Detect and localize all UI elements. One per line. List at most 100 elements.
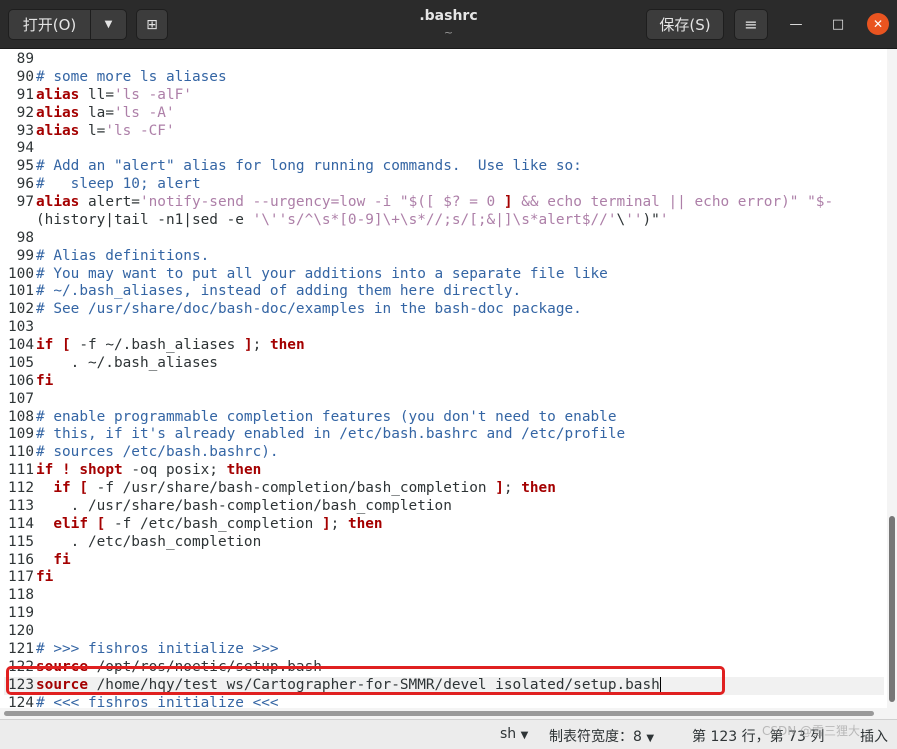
line-text [34,391,36,409]
line-number: 97 [16,194,34,210]
chevron-down-icon: ▼ [520,730,529,741]
line-text: fi [53,551,71,568]
code-line[interactable]: 113 . /usr/share/bash-completion/bash_co… [4,498,884,516]
horizontal-scroll-thumb[interactable] [4,711,874,716]
line-text: # See /usr/share/doc/bash-doc/examples i… [36,301,582,318]
code-line[interactable]: 95 # Add an "alert" alias for long runnin… [4,158,884,176]
line-number: 120 [8,623,34,639]
code-line[interactable]: 109 # this, if it's already enabled in /e… [4,426,884,444]
save-button[interactable]: 保存(S) [646,9,724,40]
code-line[interactable]: 89 [4,51,884,69]
line-text: # this, if it's already enabled in /etc/… [36,426,626,443]
code-line[interactable]: 105 . ~/.bash_aliases [4,355,884,373]
line-number: 104 [8,337,34,353]
line-text: (history|tail -n1|sed -e '\''s/^\s*[0-9]… [36,211,669,228]
code-lines: 89 90 # some more ls aliases 91 alias ll='ls… [4,51,884,712]
line-text [34,623,36,641]
code-line[interactable]: 98 [4,230,884,248]
line-number: 99 [16,247,34,264]
code-line[interactable]: (history|tail -n1|sed -e '\''s/^\s*[0-9]… [4,212,884,230]
highlight-box [6,666,725,695]
hamburger-icon: ≡ [744,15,758,34]
line-number: 92 [16,104,34,121]
line-number: 109 [8,426,34,443]
code-line[interactable]: 110 # sources /etc/bash.bashrc). [4,444,884,462]
code-line[interactable]: 111 if ! shopt -oq posix; then [4,462,884,480]
line-number: 94 [16,140,34,157]
line-text: alias alert='notify-send --urgency=low -… [36,194,834,210]
code-line[interactable]: 101 # ~/.bash_aliases, instead of adding … [4,283,884,301]
menu-button[interactable]: ≡ [734,9,768,40]
line-number: 93 [16,122,34,139]
code-line[interactable]: 93 alias l='ls -CF' [4,123,884,141]
line-number: 118 [8,587,34,604]
line-text: # sleep 10; alert [36,176,201,193]
code-line[interactable]: 104 if [ -f ~/.bash_aliases ]; then [4,337,884,355]
code-line[interactable]: 106 fi [4,373,884,391]
code-line[interactable]: 119 [4,605,884,623]
code-line[interactable]: 108 # enable programmable completion feat… [4,409,884,427]
line-number: 113 [8,497,34,514]
code-line[interactable]: 97 alias alert='notify-send --urgency=low… [4,194,884,212]
horizontal-scrollbar[interactable] [0,708,887,719]
close-button[interactable]: ✕ [867,13,889,35]
line-text: alias la='ls -A' [36,104,175,121]
line-text [34,605,36,623]
line-number: 114 [8,515,34,532]
line-text [34,319,36,337]
line-number: 91 [16,86,34,103]
line-text: alias ll='ls -alF' [36,86,192,103]
code-line[interactable]: 100 # You may want to put all your additi… [4,266,884,284]
header-bar: 打开(O) ▼ ⊞ .bashrc ~ 保存(S) ≡ — □ ✕ [0,0,897,49]
watermark: CSDN @雪三狸大 [762,724,861,738]
code-line[interactable]: 121 # >>> fishros initialize >>> [4,641,884,659]
minimize-icon: — [789,16,803,32]
line-text [34,51,36,69]
line-number: 106 [8,372,34,389]
code-line[interactable]: 103 [4,319,884,337]
line-text: if [ -f /usr/share/bash-completion/bash_… [53,480,556,496]
line-number: 98 [16,229,34,246]
code-line[interactable]: 90 # some more ls aliases [4,69,884,87]
line-number: 115 [8,533,34,550]
line-text: # some more ls aliases [36,68,227,85]
line-number: 89 [16,51,34,67]
code-line[interactable]: 120 [4,623,884,641]
code-line[interactable]: 94 [4,140,884,158]
line-text: # >>> fishros initialize >>> [36,640,279,657]
code-line[interactable]: 114 elif [ -f /etc/bash_completion ]; th… [4,516,884,534]
vertical-scrollbar[interactable] [887,49,897,719]
line-text: alias l='ls -CF' [36,122,175,139]
maximize-button[interactable]: □ [827,13,849,35]
line-number: 102 [8,301,34,318]
code-line[interactable]: 112 if [ -f /usr/share/bash-completion/b… [4,480,884,498]
line-number: 111 [8,462,34,479]
code-line[interactable]: 91 alias ll='ls -alF' [4,87,884,105]
line-number: 101 [8,283,34,300]
line-number: 116 [8,551,34,568]
code-line[interactable]: 102 # See /usr/share/doc/bash-doc/example… [4,301,884,319]
code-line[interactable]: 118 [4,587,884,605]
line-number [4,212,34,230]
vertical-scroll-thumb[interactable] [889,516,895,702]
code-line[interactable]: 117 fi [4,569,884,587]
code-line[interactable]: 92 alias la='ls -A' [4,105,884,123]
insert-mode[interactable]: 插入 [860,726,888,746]
minimize-button[interactable]: — [785,13,807,35]
tab-width-label: 制表符宽度：8 [549,729,642,745]
line-text: # enable programmable completion feature… [36,408,617,425]
code-line[interactable]: 96 # sleep 10; alert [4,176,884,194]
language-selector[interactable]: sh ▼ [500,726,528,742]
code-line[interactable]: 99 # Alias definitions. [4,248,884,266]
line-number: 112 [8,480,34,496]
code-line[interactable]: 116 fi [4,552,884,570]
maximize-icon: □ [831,16,845,32]
code-line[interactable]: 107 [4,391,884,409]
tab-width-selector[interactable]: 制表符宽度：8 ▼ [549,726,654,746]
text-editor[interactable]: 89 90 # some more ls aliases 91 alias ll='ls… [0,49,897,719]
line-text: # sources /etc/bash.bashrc). [36,444,279,461]
code-line[interactable]: 115 . /etc/bash_completion [4,534,884,552]
line-text: # ~/.bash_aliases, instead of adding the… [36,283,522,300]
line-number: 95 [16,158,34,175]
line-number: 119 [8,605,34,622]
